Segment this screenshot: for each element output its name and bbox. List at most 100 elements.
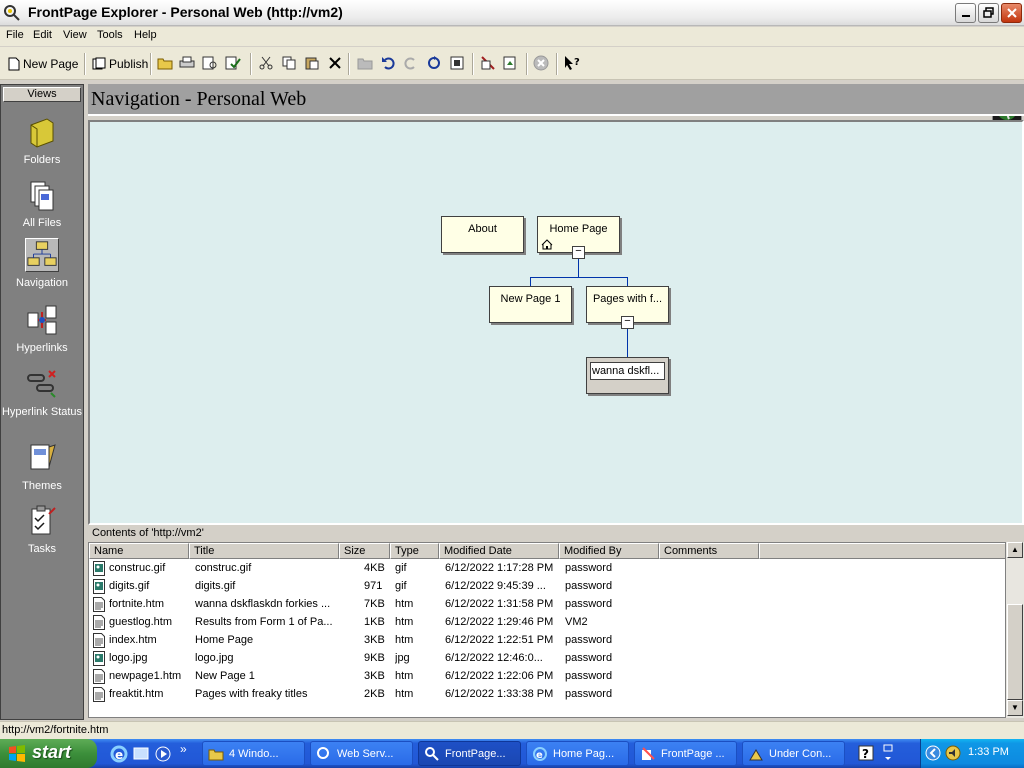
file-list[interactable]: Name Title Size Type Modified Date Modif… [88,542,1006,718]
restore-tray-icon[interactable] [882,743,894,763]
scroll-thumb[interactable] [1007,604,1023,700]
copy-icon[interactable] [280,54,298,72]
file-title-cell: Home Page [195,634,254,646]
file-row[interactable]: freaktit.htm Pages with freaky titles 2KB h… [89,686,1005,704]
column-title[interactable]: Title [189,543,339,559]
tray-collapse-icon[interactable] [925,745,941,761]
file-title-cell: wanna dskflaskdn forkies ... [195,598,331,610]
task-frontpage-explorer[interactable]: FrontPage... [418,741,521,766]
quicklaunch-overflow-icon[interactable]: » [180,742,187,756]
title-bar[interactable]: FrontPage Explorer - Personal Web (http:… [0,0,1024,26]
help-pointer-icon[interactable]: ? [563,54,581,72]
scroll-down-button[interactable]: ▼ [1007,700,1023,716]
collapse-home-button[interactable]: − [572,246,585,259]
scroll-up-button[interactable]: ▲ [1007,542,1023,558]
show-frontpage-editor-icon[interactable] [479,54,497,72]
close-icon [1006,8,1017,18]
view-themes[interactable]: Themes [1,441,83,492]
collapse-pages-button[interactable]: − [621,316,634,329]
menu-tools[interactable]: Tools [97,29,123,41]
undo-icon[interactable] [379,54,397,72]
task-web-server[interactable]: Web Serv... [310,741,413,766]
view-tasks[interactable]: Tasks [1,504,83,555]
speaker-icon[interactable] [945,745,961,761]
nav-page-about[interactable]: About [441,216,524,253]
file-name-cell: newpage1.htm [109,670,182,682]
delete-icon[interactable] [326,54,344,72]
file-row[interactable]: newpage1.htm New Page 1 3KB htm 6/12/2022 1:… [89,668,1005,686]
file-row[interactable]: construc.gif construc.gif 4KB gif 6/12/2022 … [89,560,1005,578]
file-date-cell: 6/12/2022 1:31:58 PM [445,598,554,610]
redo-icon [402,54,420,72]
folder-task-icon [208,749,224,761]
contents-title: Contents of 'http://vm2' [88,527,1024,542]
paste-icon[interactable] [303,54,321,72]
task-frontpage-editor[interactable]: FrontPage ... [634,741,737,766]
menu-file[interactable]: File [6,29,24,41]
file-row[interactable]: digits.gif digits.gif 971 gif 6/12/2022 9:45… [89,578,1005,596]
status-bar: http://vm2/fortnite.htm [0,721,1024,739]
refresh-icon[interactable] [425,54,443,72]
file-row[interactable]: fortnite.htm wanna dskflaskdn forkies ...… [89,596,1005,614]
file-list-scrollbar[interactable]: ▲ ▼ [1006,542,1024,718]
file-type-cell: htm [395,688,414,700]
show-image-editor-icon[interactable] [502,54,520,72]
view-all-files[interactable]: All Files [1,178,83,229]
file-date-cell: 6/12/2022 1:33:38 PM [445,688,554,700]
system-tray: 1:33 PM [920,739,1024,768]
file-by-cell: password [565,634,613,646]
ie-quicklaunch-icon[interactable]: e [110,745,128,763]
column-filler [759,543,1005,559]
file-by-cell: password [565,670,613,682]
task-home-page[interactable]: e Home Pag... [526,741,629,766]
taskbar: start e » 4 Windo... Web Serv... FrontPa… [0,739,1024,768]
navigation-pane[interactable]: About Home Page − New Page 1 Pages with … [88,120,1024,525]
restore-button[interactable] [978,3,999,23]
start-button[interactable]: start [0,739,97,768]
file-size-cell: 3KB [364,670,385,682]
publish-button[interactable]: Publish [92,54,148,74]
view-navigation[interactable]: Navigation [1,238,83,289]
file-row[interactable]: index.htm Home Page 3KB htm 6/12/2022 1:22:5… [89,632,1005,650]
column-size[interactable]: Size [339,543,390,559]
view-header: Navigation - Personal Web [88,84,1024,116]
column-modified-date[interactable]: Modified Date [439,543,559,559]
help-tray-icon[interactable]: ? [858,745,874,761]
desktop-quicklaunch-icon[interactable] [132,745,150,763]
svg-text:e: e [536,750,543,761]
menu-edit[interactable]: Edit [33,29,52,41]
menu-view[interactable]: View [63,29,87,41]
image-file-icon [93,561,105,576]
media-player-quicklaunch-icon[interactable] [154,745,172,763]
status-text: http://vm2/fortnite.htm [2,724,109,736]
stop-icon[interactable] [448,54,466,72]
column-modified-by[interactable]: Modified By [559,543,659,559]
open-icon[interactable] [156,54,174,72]
file-row[interactable]: guestlog.htm Results from Form 1 of Pa...… [89,614,1005,632]
file-type-cell: htm [395,616,414,628]
new-page-button[interactable]: New Page [8,54,78,74]
nav-page-wanna[interactable]: wanna dskfl... [586,357,669,394]
hyperlinks-icon [27,305,57,335]
spelling-icon[interactable] [224,54,242,72]
file-date-cell: 6/12/2022 1:17:28 PM [445,562,554,574]
column-type[interactable]: Type [390,543,439,559]
view-hyperlink-status[interactable]: Hyperlink Status [1,367,83,419]
cut-icon[interactable] [257,54,275,72]
print-icon[interactable] [178,54,196,72]
nav-page-new-page-1[interactable]: New Page 1 [489,286,572,323]
column-comments[interactable]: Comments [659,543,759,559]
html-file-icon [93,597,105,612]
file-row[interactable]: logo.jpg logo.jpg 9KB jpg 6/12/2022 12:46:0.… [89,650,1005,668]
print-preview-icon[interactable] [201,54,219,72]
view-hyperlinks[interactable]: Hyperlinks [1,303,83,354]
minimize-button[interactable] [955,3,976,23]
view-folders[interactable]: Folders [1,115,83,166]
task-under-construction[interactable]: Under Con... [742,741,845,766]
file-date-cell: 6/12/2022 9:45:39 ... [445,580,546,592]
menu-help[interactable]: Help [134,29,157,41]
close-button[interactable] [1001,3,1022,23]
column-name[interactable]: Name [89,543,189,559]
task-windows-explorer[interactable]: 4 Windo... [202,741,305,766]
views-header: Views [3,87,81,102]
